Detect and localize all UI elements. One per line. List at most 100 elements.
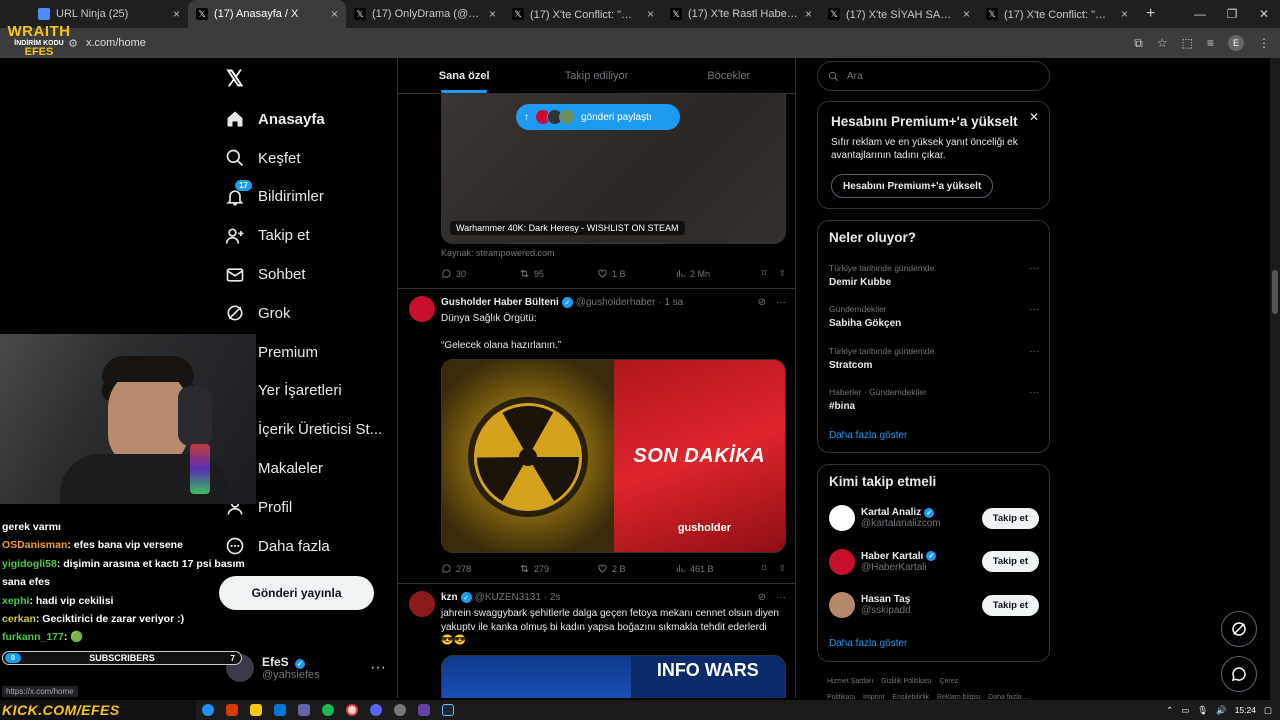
extensions-icon[interactable]: ⬚ — [1182, 36, 1193, 50]
trend-item[interactable]: Haberler · Gündemdekiler #bina ··· — [829, 387, 1039, 412]
reading-list-icon[interactable]: ≡ — [1207, 36, 1214, 50]
sidebar-item-mail[interactable]: Sohbet — [224, 255, 382, 294]
more-dots-icon[interactable]: ··· — [370, 659, 386, 677]
like-button[interactable]: 2 B — [597, 563, 675, 574]
new-posts-pill[interactable]: ↑ gönderi paylaştı — [516, 104, 680, 130]
follow-suggestion[interactable]: Hasan Taş @sskipadd Takip et — [829, 592, 1039, 618]
news-studio-image[interactable] — [442, 656, 631, 698]
sidebar-item-grok[interactable]: Grok — [224, 294, 382, 333]
new-tab-button[interactable]: + — [1136, 5, 1165, 23]
trend-item[interactable]: Türkiye tarihinde gündemde Demir Kubbe ··· — [829, 263, 1039, 288]
scrollbar[interactable] — [1270, 58, 1280, 700]
grok-icon[interactable]: ⊘ — [758, 297, 766, 308]
who-show-more-link[interactable]: Daha fazla göster — [829, 638, 907, 649]
account-switcher[interactable]: EfeS ✓ @yahsiefes ··· — [226, 654, 386, 682]
avatar[interactable] — [829, 592, 855, 618]
tab-close-icon[interactable]: × — [173, 7, 180, 21]
tweet-media[interactable]: INFO WARS — [441, 655, 786, 698]
mic-icon[interactable]: 🎙 — [1197, 705, 1208, 716]
more-dots-icon[interactable]: ··· — [1029, 387, 1039, 398]
outlook-icon[interactable] — [274, 704, 286, 716]
url-field[interactable]: x.com/home — [86, 37, 146, 49]
trends-show-more-link[interactable]: Daha fazla göster — [829, 430, 907, 441]
footer-link[interactable]: Hizmet Şartları — [827, 678, 873, 685]
messages-float-button[interactable] — [1221, 656, 1257, 692]
browser-tab[interactable]: 𝕏 (17) X'te SİYAH SANCAK: "🔵 S... × — [820, 0, 978, 28]
grok-icon[interactable]: ⊘ — [758, 592, 766, 603]
sidebar-item-add-person[interactable]: Takip et — [224, 216, 382, 255]
close-icon[interactable]: ✕ — [1029, 110, 1039, 124]
browser-menu-icon[interactable]: ⋮ — [1258, 36, 1270, 50]
tweet-time[interactable]: · 1 sa — [658, 297, 683, 308]
bookmark-icon[interactable]: ⌑ — [762, 268, 767, 279]
browser-tab[interactable]: 𝕏 (17) OnlyDrama (@onlydramaX... × — [346, 0, 504, 28]
avatar[interactable] — [409, 591, 435, 617]
tweet-author-name[interactable]: Gusholder Haber Bülteni — [441, 297, 559, 308]
x-logo-icon[interactable]: 𝕏 — [226, 66, 244, 92]
more-dots-icon[interactable]: ··· — [776, 592, 786, 603]
sidebar-item-home[interactable]: Anasayfa — [224, 100, 382, 139]
follow-suggestion[interactable]: Kartal Analiz ✓ @kartalanalizcom Takip et — [829, 505, 1039, 531]
more-dots-icon[interactable]: ··· — [1029, 346, 1039, 357]
steam-icon[interactable] — [442, 704, 454, 716]
tab-for-you[interactable]: Sana özel — [398, 58, 530, 93]
like-button[interactable]: 1 B — [597, 268, 675, 279]
footer-link[interactable]: Gizlilik Politikası — [881, 678, 931, 685]
breaking-news-image[interactable]: SON DAKİKA gusholder — [613, 360, 785, 552]
card-source[interactable]: Kaynak: steampowered.com — [441, 248, 555, 258]
premium-upgrade-button[interactable]: Hesabını Premium+'a yükselt — [831, 174, 994, 198]
tab-close-icon[interactable]: × — [963, 7, 970, 21]
tweet-handle[interactable]: @gusholderhaber — [576, 297, 656, 308]
browser-tab[interactable]: 𝕏 (17) X'te Conflict: "🔺 İran'ın ba... × — [978, 0, 1136, 28]
trend-item[interactable]: Türkiye tarihinde gündemde Stratcom ··· — [829, 346, 1039, 371]
repost-button[interactable]: 95 — [519, 268, 597, 279]
tweet-handle[interactable]: @KUZEN3131 — [475, 592, 541, 603]
search-input[interactable]: Ara — [817, 61, 1050, 91]
trend-item[interactable]: Gündemdekiler Sabiha Gökçen ··· — [829, 304, 1039, 329]
avatar[interactable] — [409, 296, 435, 322]
network-icon[interactable]: ▭ — [1181, 705, 1189, 716]
browser-profile-avatar[interactable]: E — [1228, 35, 1244, 51]
tray-chevron-icon[interactable]: ⌃ — [1166, 705, 1173, 716]
chrome-icon[interactable] — [346, 704, 358, 716]
tab-close-icon[interactable]: × — [331, 7, 338, 21]
follow-button[interactable]: Takip et — [981, 551, 1039, 572]
radiation-image[interactable] — [442, 360, 614, 552]
browser-tab[interactable]: 𝕏 (17) Anasayfa / X × — [188, 0, 346, 28]
minimize-icon[interactable]: — — [1184, 7, 1216, 21]
follow-button[interactable]: Takip et — [981, 507, 1039, 529]
tab-following[interactable]: Takip ediliyor — [530, 58, 662, 93]
app-icon[interactable] — [298, 704, 310, 716]
sidebar-item-bell[interactable]: 17 Bildirimler — [224, 178, 382, 217]
bookmark-star-icon[interactable]: ☆ — [1157, 36, 1168, 50]
browser-tab[interactable]: 𝕏 (17) X'te Rastl Haber: "Menengi... × — [662, 0, 820, 28]
share-icon[interactable]: ⇪ — [778, 563, 786, 574]
cast-icon[interactable]: ⧉ — [1134, 36, 1143, 51]
more-dots-icon[interactable]: ··· — [1029, 304, 1039, 315]
reply-button[interactable]: 278 — [441, 563, 519, 574]
views-button[interactable]: 2 Mn — [675, 268, 753, 279]
maximize-icon[interactable]: ❐ — [1216, 7, 1248, 21]
more-dots-icon[interactable]: ··· — [776, 297, 786, 308]
browser-tab[interactable]: 𝕏 (17) X'te Conflict: "🔴 Netanyahu... × — [504, 0, 662, 28]
tab-close-icon[interactable]: × — [1121, 7, 1128, 21]
edge-icon[interactable] — [202, 704, 214, 716]
tab-close-icon[interactable]: × — [489, 7, 496, 21]
follow-button[interactable]: Takip et — [981, 594, 1039, 616]
infowars-image[interactable]: INFO WARS — [630, 656, 785, 698]
tweet-media[interactable]: SON DAKİKA gusholder — [441, 359, 786, 553]
tab-bugs[interactable]: Böcekler — [663, 58, 795, 93]
tab-close-icon[interactable]: × — [805, 7, 812, 21]
grok-float-button[interactable] — [1221, 611, 1257, 647]
notification-icon[interactable]: ▢ — [1264, 705, 1272, 716]
reply-button[interactable]: 30 — [441, 268, 519, 279]
tab-close-icon[interactable]: × — [647, 7, 654, 21]
share-icon[interactable]: ⇪ — [778, 268, 786, 279]
scrollbar-thumb[interactable] — [1272, 270, 1278, 314]
app-icon[interactable] — [226, 704, 238, 716]
obs-icon[interactable] — [394, 704, 406, 716]
volume-icon[interactable]: 🔊 — [1216, 705, 1227, 716]
avatar[interactable] — [829, 505, 855, 531]
avatar[interactable] — [829, 548, 855, 575]
file-explorer-icon[interactable] — [250, 704, 262, 716]
